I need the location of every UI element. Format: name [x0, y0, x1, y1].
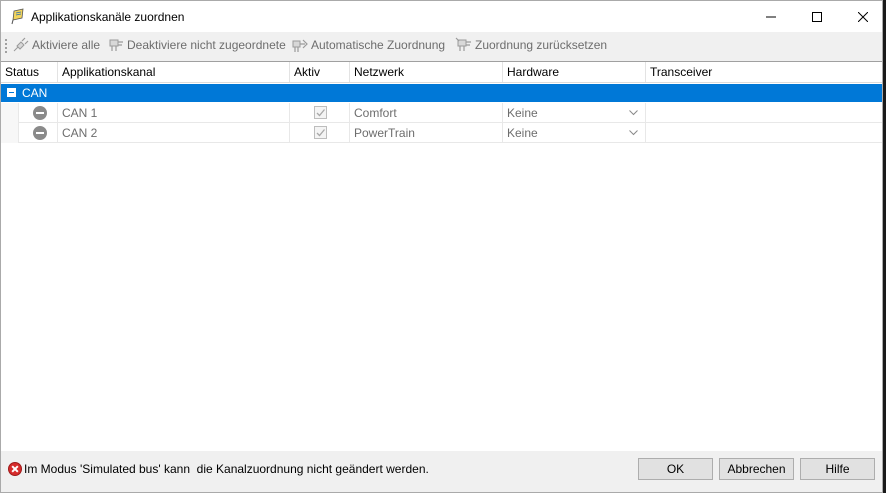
channel-cell: CAN 2: [58, 123, 290, 143]
error-icon: [8, 462, 22, 476]
activate-all-button[interactable]: Aktiviere alle: [12, 35, 100, 55]
group-row-can[interactable]: CAN: [1, 84, 882, 102]
channel-cell: CAN 1: [58, 103, 290, 123]
reset-assign-label: Zuordnung zurücksetzen: [475, 38, 608, 52]
close-button[interactable]: [840, 1, 886, 32]
toolbar: Aktiviere alle Deaktiviere nicht zugeord…: [1, 32, 882, 59]
chevron-down-icon[interactable]: [629, 130, 638, 136]
inactive-status-icon: [33, 126, 47, 140]
window-title: Applikationskanäle zuordnen: [31, 10, 185, 24]
transceiver-cell[interactable]: [646, 123, 882, 143]
table-row[interactable]: CAN 1 Comfort Keine: [1, 103, 882, 123]
dialog-window: Applikationskanäle zuordnen Aktiviere al…: [0, 0, 883, 493]
chevron-down-icon[interactable]: [629, 110, 638, 116]
maximize-button[interactable]: [794, 1, 840, 32]
minimize-button[interactable]: [748, 1, 794, 32]
column-header-status[interactable]: Status: [1, 62, 58, 82]
deactivate-unassigned-label: Deaktiviere nicht zugeordnete: [127, 38, 286, 52]
hardware-dropdown[interactable]: Keine: [503, 123, 646, 143]
cancel-button[interactable]: Abbrechen: [719, 458, 794, 480]
group-label: CAN: [22, 86, 48, 100]
active-checkbox[interactable]: [314, 126, 327, 139]
minimize-icon: [766, 16, 776, 17]
close-icon: [858, 11, 868, 22]
activate-plug-icon: [13, 37, 29, 52]
column-header-active[interactable]: Aktiv: [290, 62, 350, 82]
network-cell[interactable]: Comfort: [350, 103, 503, 123]
toolbar-grip[interactable]: [5, 38, 7, 54]
active-checkbox[interactable]: [314, 106, 327, 119]
title-bar[interactable]: Applikationskanäle zuordnen: [1, 1, 882, 32]
reset-assign-button[interactable]: Zuordnung zurücksetzen: [455, 35, 607, 55]
app-icon: [11, 8, 24, 25]
column-header-channel[interactable]: Applikationskanal: [58, 62, 290, 82]
network-cell[interactable]: PowerTrain: [350, 123, 503, 143]
column-header-network[interactable]: Netzwerk: [350, 62, 503, 82]
ok-button[interactable]: OK: [638, 458, 713, 480]
deactivate-unassigned-button[interactable]: Deaktiviere nicht zugeordnete: [107, 35, 286, 55]
check-icon: [316, 109, 325, 117]
deactivate-plug-icon: [109, 39, 123, 51]
column-header-transceiver[interactable]: Transceiver: [646, 62, 882, 82]
row-indent: [1, 123, 19, 143]
hardware-dropdown[interactable]: Keine: [503, 103, 646, 123]
transceiver-cell[interactable]: [646, 103, 882, 123]
auto-assign-icon: [292, 39, 308, 52]
auto-assign-button[interactable]: Automatische Zuordnung: [291, 35, 445, 55]
row-indent: [1, 103, 19, 123]
footer: Im Modus 'Simulated bus' kann die Kanalz…: [1, 452, 882, 492]
activate-all-label: Aktiviere alle: [32, 38, 101, 52]
reset-assign-icon: [455, 37, 471, 51]
auto-assign-label: Automatische Zuordnung: [311, 38, 446, 52]
channel-grid[interactable]: Status Applikationskanal Aktiv Netzwerk …: [1, 61, 882, 451]
table-row[interactable]: CAN 2 PowerTrain Keine: [1, 123, 882, 143]
check-icon: [316, 129, 325, 137]
status-message: Im Modus 'Simulated bus' kann die Kanalz…: [24, 462, 429, 476]
collapse-icon[interactable]: [7, 88, 16, 97]
maximize-icon: [812, 11, 822, 22]
inactive-status-icon: [33, 106, 47, 120]
column-header-hardware[interactable]: Hardware: [503, 62, 646, 82]
help-button[interactable]: Hilfe: [800, 458, 875, 480]
grid-header: Status Applikationskanal Aktiv Netzwerk …: [1, 62, 882, 83]
